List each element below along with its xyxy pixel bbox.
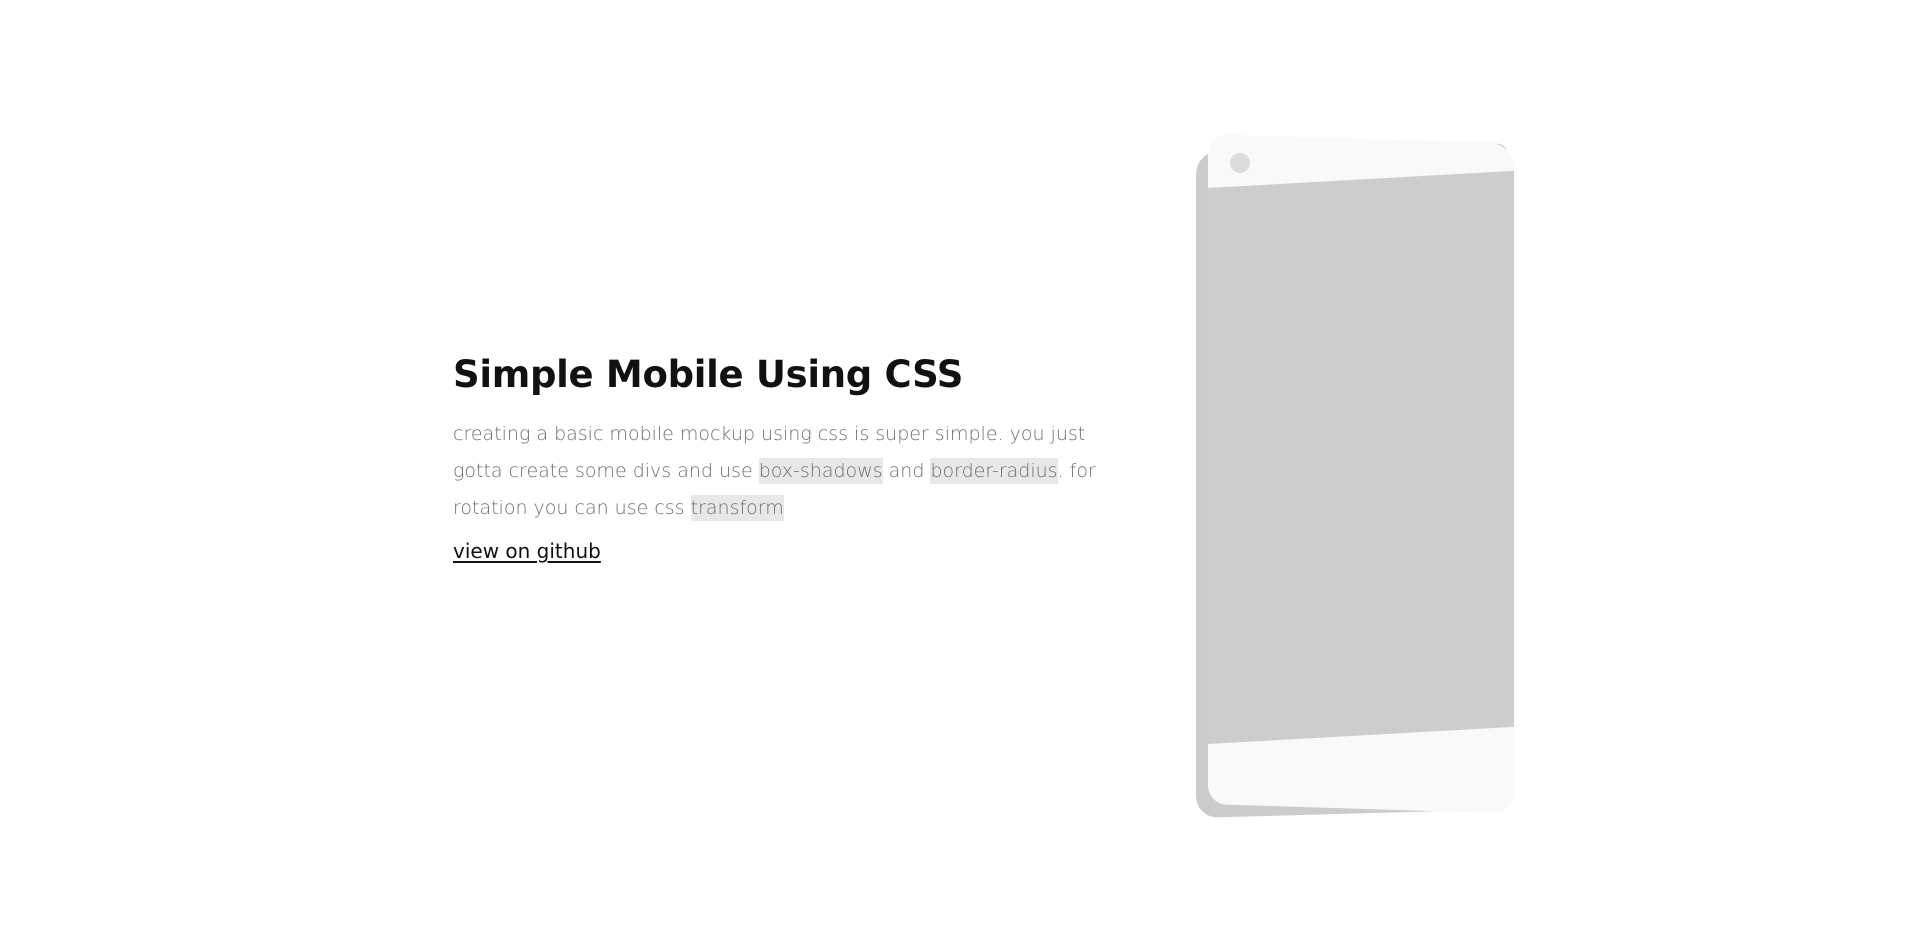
description-text: and — [882, 460, 931, 482]
page-title: Simple Mobile Using CSS — [453, 353, 964, 396]
description-text: creating a basic mobile mockup using css… — [453, 423, 1086, 445]
phone-mockup — [1196, 134, 1516, 819]
code-box-shadows: box-shadows — [758, 458, 883, 484]
github-link[interactable]: view on github — [453, 537, 601, 565]
code-transform: transform — [690, 495, 784, 521]
description: creating a basic mobile mockup using css… — [453, 416, 1143, 527]
phone-screen — [1208, 170, 1514, 744]
hero-section: Simple Mobile Using CSS creating a basic… — [453, 352, 1153, 565]
description-text: . for — [1057, 460, 1096, 482]
description-text: gotta create some divs and use — [453, 460, 759, 482]
description-text: rotation you can use css — [453, 497, 691, 519]
phone-body — [1208, 134, 1514, 814]
camera-icon — [1230, 153, 1250, 173]
code-border-radius: border-radius — [930, 458, 1058, 484]
